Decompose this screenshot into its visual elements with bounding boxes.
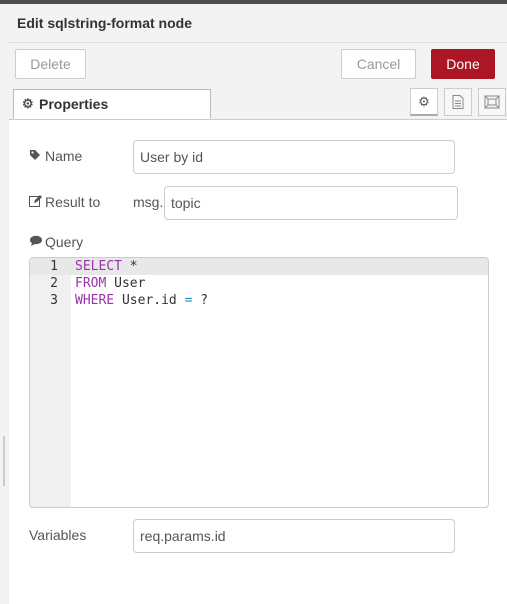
- cancel-button[interactable]: Cancel: [341, 49, 416, 79]
- result-to-label: Result to: [29, 194, 100, 210]
- tab-properties[interactable]: ⚙ Properties: [13, 89, 211, 119]
- result-to-input[interactable]: topic: [164, 186, 458, 220]
- edit-icon: [29, 195, 45, 210]
- gear-icon: ⚙: [418, 94, 430, 109]
- line-number: 1: [50, 259, 58, 274]
- code-line: 1 SELECT *: [30, 258, 488, 275]
- gear-icon: ⚙: [22, 96, 34, 111]
- comments-icon: [29, 235, 45, 250]
- done-button[interactable]: Done: [431, 49, 495, 79]
- name-label: Name: [29, 148, 82, 164]
- code-keyword: FROM: [75, 276, 107, 291]
- query-editor[interactable]: 1 SELECT * 2 FROM User 3 WHERE User.id =…: [29, 257, 489, 508]
- line-number: 2: [50, 276, 58, 291]
- tab-description[interactable]: [444, 88, 472, 116]
- tab-settings[interactable]: ⚙: [410, 88, 438, 116]
- query-label-text: Query: [45, 234, 84, 250]
- tab-appearance[interactable]: [478, 88, 506, 116]
- code-line: 3 WHERE User.id = ?: [30, 292, 488, 309]
- delete-button[interactable]: Delete: [15, 49, 86, 79]
- line-number: 3: [50, 293, 58, 308]
- tag-icon: [29, 149, 45, 164]
- variables-input[interactable]: req.params.id: [133, 519, 455, 553]
- variables-label: Variables: [29, 527, 87, 543]
- tab-bar: ⚙ Properties ⚙: [9, 85, 507, 120]
- code-keyword: SELECT: [75, 259, 122, 274]
- code-keyword: WHERE: [75, 293, 115, 308]
- name-input[interactable]: User by id: [133, 140, 455, 174]
- code-tail: ?: [192, 293, 209, 308]
- code-rest: User: [106, 276, 146, 291]
- resize-handle[interactable]: [3, 436, 5, 486]
- code-rest: *: [121, 259, 138, 274]
- properties-panel: Name User by id Result to msg. topic Que…: [9, 120, 507, 604]
- code-text: WHERE User.id = ?: [75, 292, 208, 309]
- tray-title: Edit sqlstring-format node: [17, 15, 192, 31]
- code-rest: User.id: [114, 293, 185, 308]
- name-label-text: Name: [45, 148, 83, 164]
- code-line: 2 FROM User: [30, 275, 488, 292]
- result-to-label-text: Result to: [45, 194, 101, 210]
- tab-properties-label: Properties: [39, 96, 109, 112]
- query-label: Query: [29, 234, 83, 250]
- tray-header: Edit sqlstring-format node: [9, 4, 507, 43]
- appearance-icon: [484, 95, 500, 109]
- msg-prefix: msg.: [133, 194, 164, 210]
- description-icon: [452, 95, 464, 109]
- code-text: FROM User: [75, 275, 145, 292]
- tray-toolbar: Delete Cancel Done: [9, 43, 507, 85]
- code-text: SELECT *: [75, 258, 138, 275]
